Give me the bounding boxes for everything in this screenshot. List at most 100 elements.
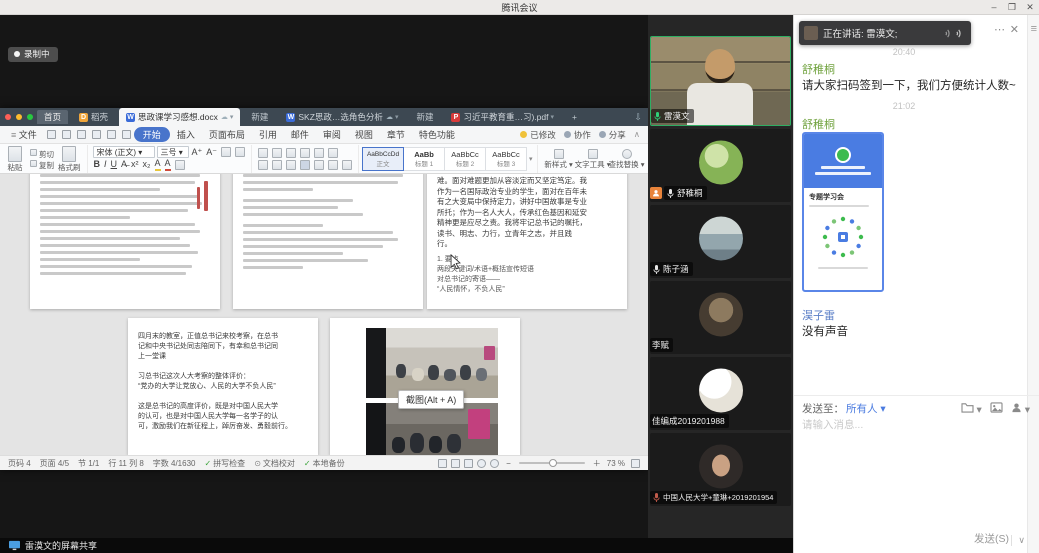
- align-left-icon[interactable]: [258, 160, 268, 170]
- share-button[interactable]: 分享: [599, 129, 626, 141]
- ribbon-tab-section[interactable]: 章节: [380, 127, 412, 142]
- superscript-button[interactable]: x²: [131, 159, 139, 170]
- ribbon-tab-pagelayout[interactable]: 页面布局: [202, 127, 252, 142]
- eye-protect-icon[interactable]: [490, 459, 499, 468]
- new-tab-button[interactable]: +: [565, 110, 584, 124]
- ribbon-tab-view[interactable]: 视图: [348, 127, 380, 142]
- tab-caret-icon[interactable]: ▾: [230, 113, 234, 121]
- mention-button[interactable]: ▾: [1011, 402, 1030, 416]
- new-style-button[interactable]: 新样式 ▾: [542, 148, 576, 169]
- fit-page-icon[interactable]: [631, 459, 640, 468]
- tab-wps-home[interactable]: 首页: [37, 110, 68, 124]
- indent-icon[interactable]: [300, 148, 310, 158]
- participant-tile[interactable]: 陈子涵: [650, 205, 791, 278]
- file-menu[interactable]: ≡ 文件: [4, 127, 44, 142]
- clear-format-icon[interactable]: [221, 147, 231, 157]
- ribbon-tab-home[interactable]: 开始: [134, 127, 170, 142]
- tab-caret-icon[interactable]: ▾: [550, 113, 554, 121]
- border-icon[interactable]: [342, 160, 352, 170]
- tab-doc-pdf[interactable]: P习近平教育重…习).pdf▾: [444, 108, 561, 126]
- tab-docer[interactable]: D稻壳: [72, 110, 115, 124]
- send-to-select[interactable]: 所有人 ▾: [846, 401, 886, 416]
- zoom-in-button[interactable]: ＋: [593, 458, 601, 469]
- outdent-icon[interactable]: [286, 148, 296, 158]
- cut-button[interactable]: 剪切: [28, 148, 54, 159]
- font-color-button[interactable]: A: [165, 158, 171, 171]
- char-shading-icon[interactable]: [175, 160, 185, 170]
- format-painter-button[interactable]: 格式刷: [58, 145, 81, 172]
- participant-tile[interactable]: 中国人民大学+童琳+2019201954: [650, 433, 791, 506]
- signin-qr-card[interactable]: 专题学习会: [802, 132, 884, 292]
- tab-new-1[interactable]: 新建: [244, 110, 275, 124]
- bold-button[interactable]: B: [94, 159, 101, 170]
- find-replace-button[interactable]: 查找替换 ▾: [610, 148, 644, 169]
- web-view-icon[interactable]: [464, 459, 473, 468]
- participant-tile[interactable]: 李赋: [650, 281, 791, 354]
- tab-doc-2[interactable]: WSKZ思政…选角色分析☁▾: [279, 108, 405, 126]
- page-view-icon[interactable]: [451, 459, 460, 468]
- ribbon-tab-mailings[interactable]: 邮件: [284, 127, 316, 142]
- grow-font-button[interactable]: A⁺: [192, 147, 203, 158]
- traffic-zoom-icon[interactable]: [27, 114, 33, 120]
- clear-icon[interactable]: [314, 148, 324, 158]
- spellcheck-toggle[interactable]: ✓拼写检查: [204, 458, 245, 469]
- line-spacing-icon[interactable]: [314, 160, 324, 170]
- underline-button[interactable]: U: [111, 159, 118, 170]
- traffic-close-icon[interactable]: [5, 114, 11, 120]
- chat-sender[interactable]: 淏子雷: [802, 307, 835, 323]
- traffic-minimize-icon[interactable]: [16, 114, 22, 120]
- sort-icon[interactable]: [328, 148, 338, 158]
- chat-sender[interactable]: 舒稚桐: [802, 61, 835, 77]
- chat-menu-button[interactable]: ≡: [1031, 23, 1037, 35]
- align-right-icon[interactable]: [286, 160, 296, 170]
- participant-tile-speaker[interactable]: 雷漠文: [650, 36, 791, 126]
- collaborate-button[interactable]: 协作: [564, 129, 591, 141]
- ribbon-tab-features[interactable]: 特色功能: [412, 127, 462, 142]
- save-icon[interactable]: [47, 130, 56, 139]
- close-button[interactable]: ✕: [1021, 0, 1039, 15]
- chat-close-button[interactable]: ✕: [1010, 23, 1019, 36]
- maximize-button[interactable]: ❐: [1003, 0, 1021, 15]
- subscript-button[interactable]: x₂: [143, 159, 151, 170]
- ribbon-tab-insert[interactable]: 插入: [170, 127, 202, 142]
- paste-button[interactable]: 粘贴: [6, 145, 24, 172]
- justify-icon[interactable]: [300, 160, 310, 170]
- phonetic-icon[interactable]: [235, 147, 245, 157]
- read-view-icon[interactable]: [477, 459, 486, 468]
- style-heading2[interactable]: AaBbCc标题 2: [444, 147, 486, 171]
- font-size-select[interactable]: 三号 ▾: [157, 146, 189, 158]
- tab-doc-active[interactable]: W思政课学习感想.docx☁▾: [119, 108, 240, 126]
- minimize-button[interactable]: –: [985, 0, 1003, 15]
- tab-new-2[interactable]: 新建: [409, 110, 440, 124]
- ribbon-tab-references[interactable]: 引用: [252, 127, 284, 142]
- chat-sender[interactable]: 舒稚桐: [802, 116, 835, 132]
- participant-tile[interactable]: 佳编成2019201988: [650, 357, 791, 430]
- style-normal[interactable]: AaBbCcDd正文: [362, 147, 404, 171]
- preview-icon[interactable]: [92, 130, 101, 139]
- output-icon[interactable]: [62, 130, 71, 139]
- zoom-percent[interactable]: 73 %: [607, 459, 625, 468]
- proofing-toggle[interactable]: ⊙文档校对: [254, 458, 295, 469]
- copy-button[interactable]: 复制: [28, 159, 54, 170]
- align-center-icon[interactable]: [272, 160, 282, 170]
- modified-status[interactable]: 已修改: [520, 129, 556, 141]
- style-heading1[interactable]: AaBb标题 1: [403, 147, 445, 171]
- backup-toggle[interactable]: ✓本地备份: [304, 458, 345, 469]
- undo-icon[interactable]: [107, 130, 116, 139]
- document-canvas[interactable]: 难。面对难题更加从容淡定而又坚定笃定。我 作为一名国际政治专业的学生，面对在百年…: [0, 174, 648, 455]
- bullet-list-icon[interactable]: [258, 148, 268, 158]
- italic-button[interactable]: I: [104, 159, 107, 170]
- fullscreen-view-icon[interactable]: [438, 459, 447, 468]
- text-tools-button[interactable]: 文字工具 ▾: [576, 148, 610, 169]
- chat-more-button[interactable]: ⋯: [994, 23, 1005, 36]
- style-heading3[interactable]: AaBbCc标题 3: [485, 147, 527, 171]
- strikethrough-button[interactable]: A̶: [121, 159, 127, 170]
- highlight-color-button[interactable]: A: [155, 158, 161, 171]
- chat-input[interactable]: [802, 417, 1028, 532]
- zoom-knob[interactable]: [549, 459, 557, 467]
- styles-more-caret[interactable]: ▾: [529, 155, 533, 163]
- tab-caret-icon[interactable]: ▾: [395, 113, 399, 121]
- number-list-icon[interactable]: [272, 148, 282, 158]
- ribbon-tab-review[interactable]: 审阅: [316, 127, 348, 142]
- shading-icon[interactable]: [328, 160, 338, 170]
